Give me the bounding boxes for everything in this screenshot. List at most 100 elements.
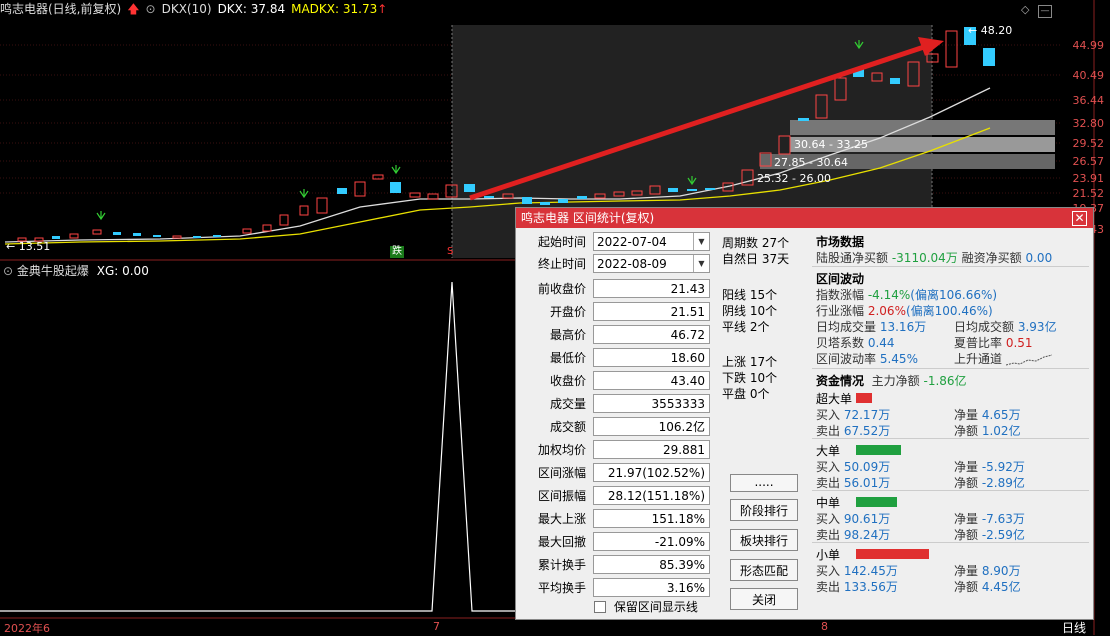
stage-rank-button[interactable]: 阶段排行	[730, 499, 798, 521]
start-date-picker[interactable]: 2022-07-04 ▼	[593, 232, 710, 251]
sell-label: 卖出	[816, 476, 841, 490]
buy-value: 50.09万	[843, 460, 891, 474]
net-amount-value: -2.59亿	[981, 528, 1025, 542]
price-axis-label: 29.52	[1072, 137, 1105, 150]
stat-field-label: 成交量	[549, 397, 586, 411]
index-change-row: 指数涨幅 -4.14%(偏离106.66%)	[816, 286, 997, 303]
stat-field-label: 成交额	[549, 420, 586, 434]
low-price-value: 13.51	[18, 240, 51, 253]
buy-label: 买入	[816, 408, 841, 422]
margin-label: 融资净买额	[961, 251, 1022, 265]
net-amount-row: 净额 -2.89亿	[954, 474, 1025, 491]
rising-channel-label: 上升通道	[954, 352, 1003, 366]
zone-label-2: 27.85 - 30.64	[774, 156, 848, 169]
industry-deviation: (偏离100.46%)	[905, 304, 993, 318]
buy-value: 90.61万	[843, 512, 891, 526]
more-button[interactable]: .....	[730, 474, 798, 492]
stat-fall: 下跌 10个	[722, 371, 778, 385]
hk-value: -3110.04万	[891, 251, 958, 265]
divider	[812, 266, 1089, 267]
industry-change-value: 2.06%	[867, 304, 906, 318]
sharpe-value: 0.51	[1005, 336, 1033, 350]
chevron-down-icon[interactable]: ▼	[693, 233, 709, 250]
stat-field-row: 区间振幅 28.12(151.18%)	[516, 486, 716, 507]
close-icon[interactable]: ✕	[1072, 211, 1087, 226]
board-rank-button[interactable]: 板块排行	[730, 529, 798, 551]
stat-field-row: 成交量 3553333	[516, 394, 716, 415]
net-volume-value: -7.63万	[981, 512, 1025, 526]
stat-field-value: 106.2亿	[593, 417, 710, 436]
stat-field-value: 46.72	[593, 325, 710, 344]
buy-label: 买入	[816, 564, 841, 578]
divider	[812, 438, 1089, 439]
fund-group-header: 大单	[816, 442, 840, 459]
period-tab-daily[interactable]: 日线	[1062, 619, 1086, 636]
net-amount-row: 净额 -2.59亿	[954, 526, 1025, 543]
beta-label: 贝塔系数	[816, 336, 865, 350]
rising-channel-sparkline-icon	[1005, 354, 1052, 365]
buy-label: 买入	[816, 512, 841, 526]
high-price-value: 48.20	[980, 24, 1013, 37]
stat-field-row: 最高价 46.72	[516, 325, 716, 346]
buy-row: 买入 72.17万	[816, 406, 890, 423]
start-time-label: 起始时间	[537, 235, 586, 249]
die-signal-mark: 跌	[390, 246, 404, 258]
net-amount-value: -2.89亿	[981, 476, 1025, 490]
sell-label: 卖出	[816, 528, 841, 542]
stat-up-candles: 阳线 15个	[722, 288, 778, 302]
price-axis-label: 44.99	[1072, 39, 1105, 52]
funds-title-row: 资金情况 主力净额 -1.86亿	[816, 372, 967, 389]
stat-field-value: 43.40	[593, 371, 710, 390]
keep-range-lines-checkbox[interactable]: 保留区间显示线	[594, 598, 698, 615]
divider	[812, 542, 1089, 543]
buy-row: 买入 90.61万	[816, 510, 890, 527]
end-date-picker[interactable]: 2022-08-09 ▼	[593, 254, 710, 273]
margin-value: 0.00	[1025, 251, 1053, 265]
stat-periods: 周期数 27个	[722, 236, 790, 250]
net-volume-row: 净量 -7.63万	[954, 510, 1025, 527]
close-button[interactable]: 关闭	[730, 588, 798, 610]
stat-field-row: 平均换手 3.16%	[516, 578, 716, 599]
stat-field-label: 平均换手	[537, 581, 586, 595]
sell-value: 98.24万	[843, 528, 891, 542]
sell-row: 卖出 133.56万	[816, 578, 898, 595]
sell-row: 卖出 56.01万	[816, 474, 890, 491]
fund-group-name: 中单	[816, 496, 841, 510]
checkbox-box[interactable]	[594, 600, 606, 613]
chevron-down-icon[interactable]: ▼	[693, 255, 709, 272]
dialog-title: 鸣志电器 区间统计(复权)	[516, 208, 1093, 228]
stat-field-label: 前收盘价	[537, 282, 586, 296]
lower-indicator-title[interactable]: 金典牛股起爆	[17, 264, 89, 278]
buy-value: 72.17万	[843, 408, 891, 422]
x-axis-label-jun: 2022年6	[4, 622, 50, 635]
lower-panel-header: ⊙ 金典牛股起爆 XG: 0.00	[3, 262, 149, 279]
rising-channel-row: 上升通道	[954, 350, 1052, 367]
stat-field-row: 最大上涨 151.18%	[516, 509, 716, 530]
stat-field-label: 开盘价	[549, 305, 586, 319]
sell-row: 卖出 67.52万	[816, 422, 890, 439]
fund-bar	[856, 393, 872, 403]
stat-field-value: 21.97(102.52%)	[593, 463, 710, 482]
lower-indicator-dropdown-icon[interactable]: ⊙	[3, 264, 13, 278]
avg-volume-value: 13.16万	[879, 320, 927, 334]
start-time-row: 起始时间 2022-07-04 ▼	[516, 232, 716, 253]
interval-stats-dialog: 鸣志电器 区间统计(复权) ✕ 起始时间 2022-07-04 ▼ 终止时间 2…	[515, 207, 1094, 620]
stat-field-row: 累计换手 85.39%	[516, 555, 716, 576]
avg-volume-row: 日均成交量 13.16万	[816, 318, 926, 335]
zone-label-3: 25.32 - 26.00	[757, 172, 831, 185]
volatility-rate-row: 区间波动率 5.45%	[816, 350, 918, 367]
stat-field-label: 收盘价	[549, 374, 586, 388]
stat-field-value: 18.60	[593, 348, 710, 367]
stat-field-value: 151.18%	[593, 509, 710, 528]
net-volume-label: 净量	[954, 564, 979, 578]
net-amount-label: 净额	[954, 528, 979, 542]
stat-field-label: 区间涨幅	[537, 466, 586, 480]
net-amount-row: 净额 1.02亿	[954, 422, 1021, 439]
stat-field-value: 3.16%	[593, 578, 710, 597]
main-net-value: -1.86亿	[923, 374, 967, 388]
high-price-mark: ← 48.20	[968, 24, 1013, 37]
end-time-row: 终止时间 2022-08-09 ▼	[516, 254, 716, 275]
avg-amount-label: 日均成交额	[954, 320, 1015, 334]
fund-group-name: 大单	[816, 444, 841, 458]
pattern-match-button[interactable]: 形态匹配	[730, 559, 798, 581]
